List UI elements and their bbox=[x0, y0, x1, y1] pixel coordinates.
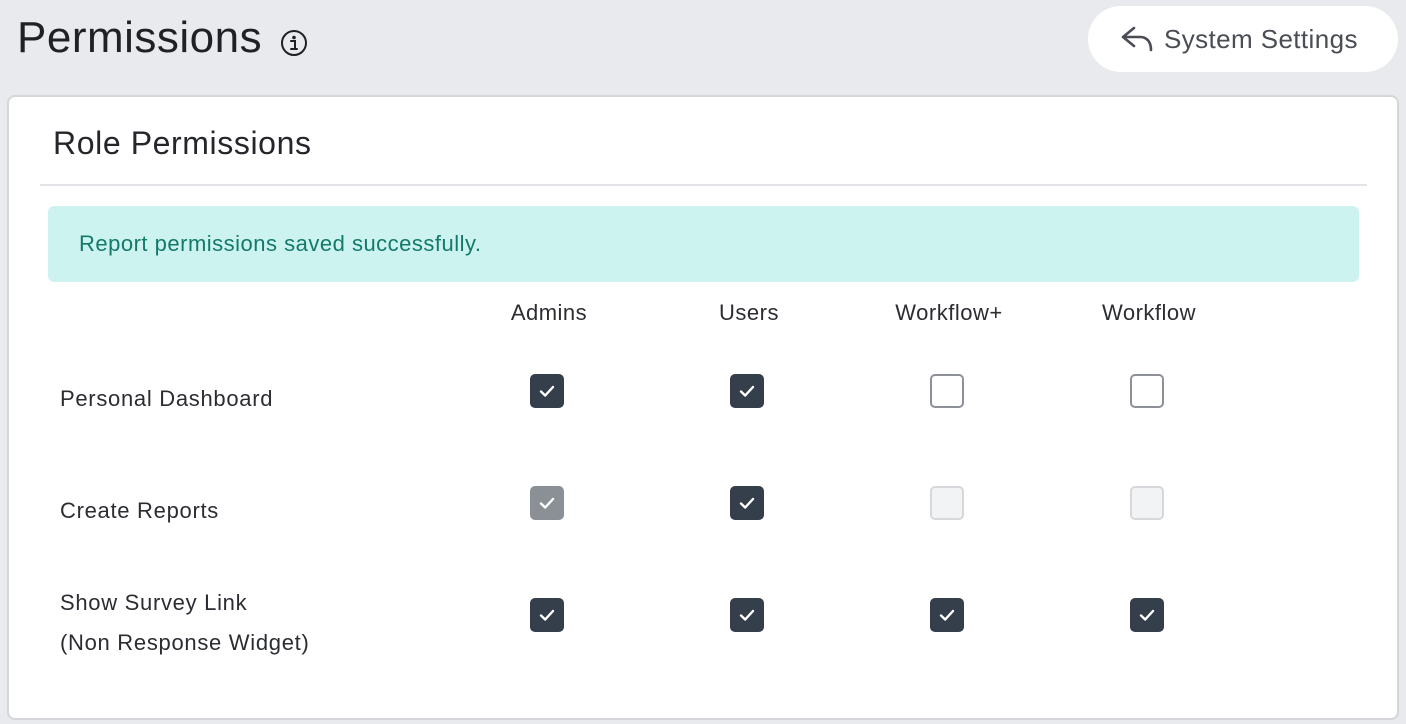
card-title: Role Permissions bbox=[53, 125, 312, 161]
row-label-subtext: (Non Response Widget) bbox=[60, 630, 310, 655]
info-circle-icon[interactable] bbox=[280, 29, 308, 57]
divider bbox=[40, 184, 1367, 186]
checkmark-icon bbox=[1139, 609, 1155, 621]
column-header-workflow-plus: Workflow+ bbox=[895, 300, 1003, 325]
role-permissions-card: Role Permissions Report permissions save… bbox=[7, 95, 1399, 720]
page-title: Permissions bbox=[17, 13, 263, 62]
checkbox-personal-dashboard-workflow-plus[interactable] bbox=[930, 374, 964, 408]
system-settings-button[interactable]: System Settings bbox=[1088, 6, 1398, 72]
checkbox-show-survey-link-admins[interactable] bbox=[530, 598, 564, 632]
row-label-create-reports: Create Reports bbox=[60, 491, 219, 531]
alert-message: Report permissions saved successfully. bbox=[79, 231, 482, 256]
checkmark-icon bbox=[739, 497, 755, 509]
page-header: Permissions System Settings bbox=[0, 0, 1406, 90]
checkbox-create-reports-workflow bbox=[1130, 486, 1164, 520]
checkbox-create-reports-workflow-plus bbox=[930, 486, 964, 520]
column-header-workflow: Workflow bbox=[1101, 300, 1197, 325]
checkbox-create-reports-users[interactable] bbox=[730, 486, 764, 520]
column-header-admins: Admins bbox=[510, 300, 588, 325]
checkmark-icon bbox=[539, 385, 555, 397]
row-label-text: Create Reports bbox=[60, 498, 219, 523]
checkmark-icon bbox=[739, 385, 755, 397]
checkbox-personal-dashboard-admins[interactable] bbox=[530, 374, 564, 408]
checkmark-icon bbox=[539, 609, 555, 621]
checkmark-icon bbox=[539, 497, 555, 509]
success-alert: Report permissions saved successfully. bbox=[48, 206, 1359, 282]
row-label-text: Personal Dashboard bbox=[60, 386, 274, 411]
row-label-personal-dashboard: Personal Dashboard bbox=[60, 379, 273, 419]
column-header-users: Users bbox=[719, 300, 779, 325]
checkmark-icon bbox=[939, 609, 955, 621]
reply-arrow-icon bbox=[1121, 26, 1153, 52]
checkbox-personal-dashboard-workflow[interactable] bbox=[1130, 374, 1164, 408]
checkbox-show-survey-link-users[interactable] bbox=[730, 598, 764, 632]
checkmark-icon bbox=[739, 609, 755, 621]
row-label-text: Show Survey Link bbox=[60, 590, 248, 615]
checkbox-create-reports-admins bbox=[530, 486, 564, 520]
system-settings-label: System Settings bbox=[1164, 23, 1358, 54]
checkbox-show-survey-link-workflow-plus[interactable] bbox=[930, 598, 964, 632]
checkbox-personal-dashboard-users[interactable] bbox=[730, 374, 764, 408]
checkbox-show-survey-link-workflow[interactable] bbox=[1130, 598, 1164, 632]
row-label-show-survey-link: Show Survey Link (Non Response Widget) bbox=[60, 583, 309, 663]
